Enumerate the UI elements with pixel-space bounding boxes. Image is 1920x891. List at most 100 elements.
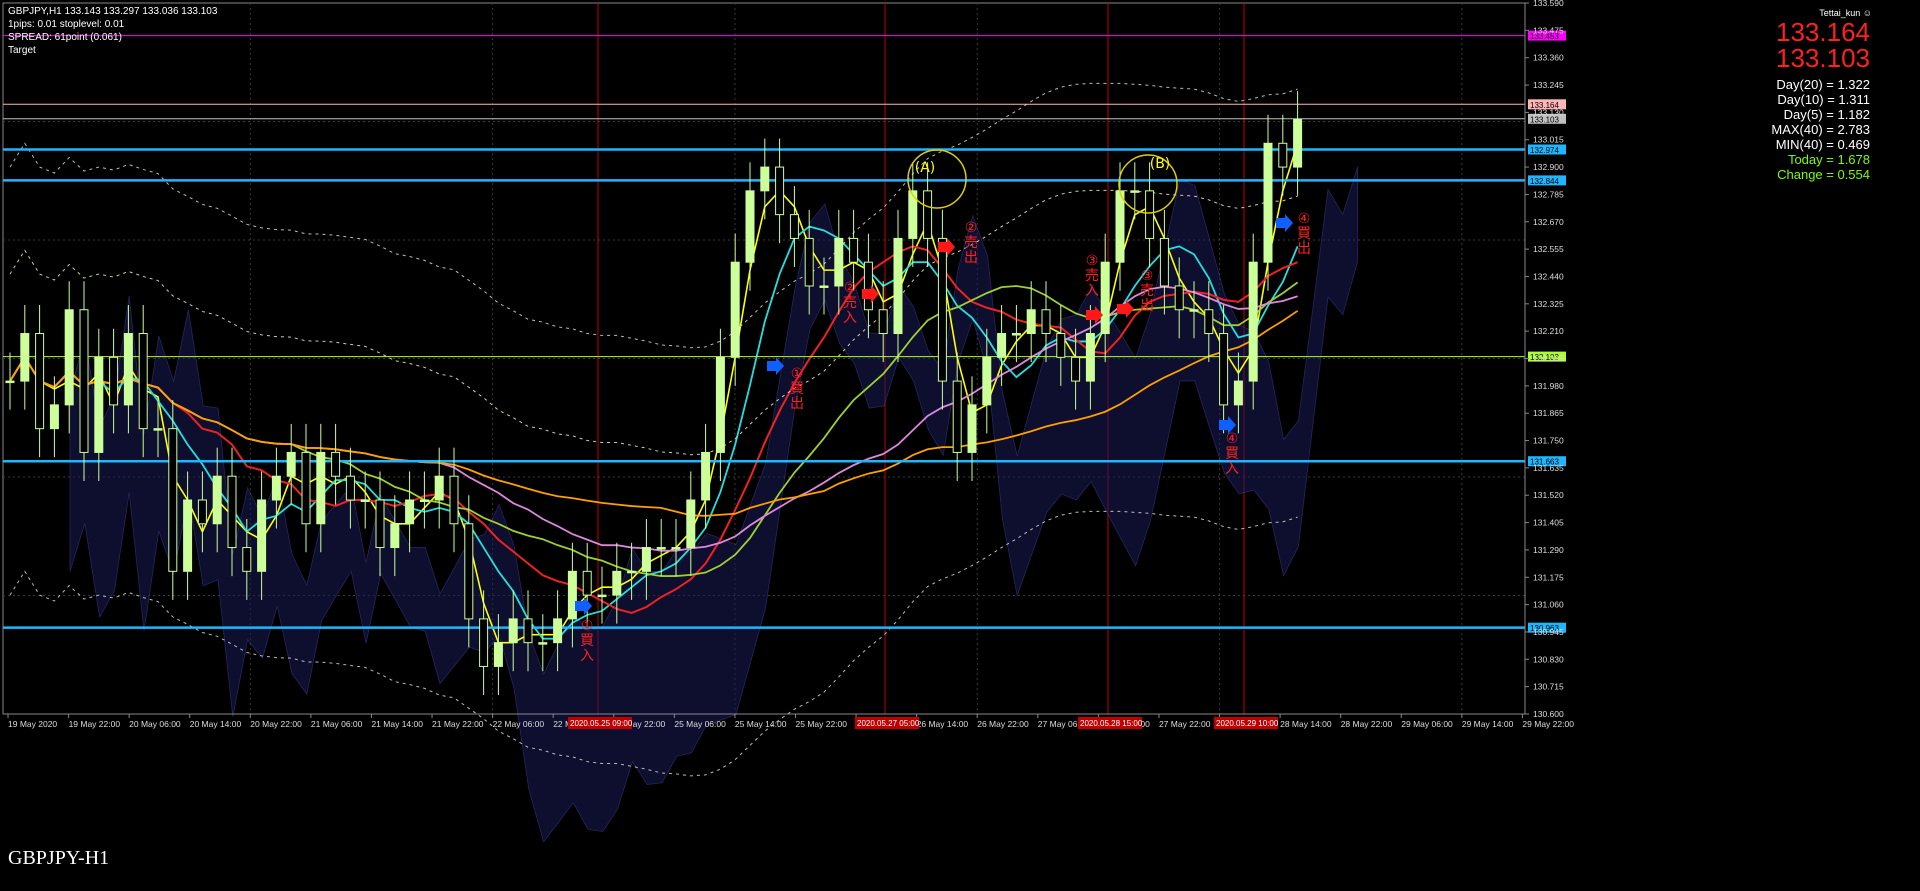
- candle-body: [405, 499, 415, 525]
- candle-body: [479, 618, 489, 667]
- stat-day5: Day(5) = 1.182: [1783, 107, 1870, 122]
- spread-info: SPREAD: 61point (0.061): [8, 32, 122, 43]
- highlight-date-label: 2020.05.27 05:00: [857, 719, 920, 728]
- candle-body: [1219, 333, 1229, 406]
- time-tick-label: 25 May 22:00: [796, 719, 848, 729]
- candle-body: [1189, 309, 1199, 312]
- stat-max40: MAX(40) = 2.783: [1771, 122, 1870, 137]
- price-tick-label: 133.590: [1533, 0, 1564, 8]
- candle-body: [893, 237, 903, 335]
- price-tick-label: 132.325: [1533, 299, 1564, 309]
- price-tick-label: 131.175: [1533, 572, 1564, 582]
- candle-body: [49, 404, 59, 430]
- candle-body: [641, 547, 651, 572]
- candle-body: [138, 333, 148, 430]
- candle-body: [612, 570, 622, 596]
- candle-body: [1011, 333, 1021, 336]
- price-tick-label: 131.060: [1533, 600, 1564, 610]
- candle-body: [168, 428, 178, 572]
- candle-body: [508, 618, 518, 644]
- price-chart[interactable]: 133.453133.164133.103132.974132.844132.1…: [0, 0, 1920, 891]
- price-tick-label: 133.360: [1533, 53, 1564, 63]
- candle-body: [375, 499, 385, 549]
- candle-body: [109, 356, 119, 406]
- candle-body: [197, 499, 207, 525]
- stat-day10: Day(10) = 1.311: [1777, 92, 1870, 107]
- candle-body: [923, 190, 933, 239]
- candle-body: [567, 570, 577, 620]
- candle-body: [1278, 142, 1288, 168]
- level-price-label: 132.844: [1530, 177, 1559, 186]
- price-tick-label: 132.670: [1533, 217, 1564, 227]
- time-tick-label: 26 May 22:00: [977, 719, 1029, 729]
- circle-a: [907, 149, 967, 209]
- candle-body: [819, 285, 829, 288]
- candle-body: [538, 642, 548, 645]
- time-tick-label: 28 May 22:00: [1341, 719, 1393, 729]
- annotation-char: ④: [1298, 211, 1311, 227]
- annotation-char: 買: [580, 633, 594, 649]
- candle-body: [849, 237, 859, 263]
- time-tick-label: 20 May 22:00: [250, 719, 302, 729]
- candle-body: [952, 380, 962, 453]
- candle-body: [775, 166, 785, 216]
- price-tick-label: 130.715: [1533, 682, 1564, 692]
- price-tick-label: 133.130: [1533, 107, 1564, 117]
- annotation-label: (B): [1150, 156, 1171, 172]
- stat-day20: Day(20) = 1.322: [1776, 77, 1870, 92]
- candle-body: [1159, 237, 1169, 287]
- annotation-char: 入: [580, 648, 594, 664]
- buy-arrow: [1276, 214, 1293, 232]
- price-tick-label: 130.945: [1533, 627, 1564, 637]
- candle-body: [64, 309, 74, 406]
- price-tick-label: 131.635: [1533, 463, 1564, 473]
- candle-body: [271, 475, 281, 501]
- annotation-char: ④: [1226, 431, 1239, 447]
- candle-body: [686, 499, 696, 549]
- annotation-char: 売: [1085, 268, 1099, 284]
- price-tick-label: 132.210: [1533, 326, 1564, 336]
- annotation-char: ②: [965, 220, 978, 236]
- candle-body: [212, 475, 222, 525]
- annotation-char: 出: [790, 396, 804, 412]
- candle-body: [79, 309, 89, 453]
- candle-body: [1100, 261, 1110, 335]
- candle-body: [730, 261, 740, 358]
- time-tick-label: 28 May 14:00: [1280, 719, 1332, 729]
- price-tick-label: 131.520: [1533, 490, 1564, 500]
- price-tick-label: 131.980: [1533, 381, 1564, 391]
- time-tick-label: 20 May 06:00: [129, 719, 181, 729]
- candle-body: [745, 190, 755, 263]
- annotation-char: 買: [790, 381, 804, 397]
- candle-body: [286, 451, 296, 477]
- symbol-info: GBPJPY,H1 133.143 133.297 133.036 133.10…: [8, 6, 218, 17]
- candle-body: [345, 475, 355, 501]
- annotation-char: 入: [1085, 283, 1099, 299]
- annotation-char: 売: [964, 235, 978, 251]
- candle-body: [760, 166, 770, 192]
- candle-body: [1056, 333, 1066, 358]
- candle-body: [982, 356, 992, 406]
- time-tick-label: 19 May 22:00: [69, 719, 121, 729]
- price-tick-label: 130.600: [1533, 709, 1564, 719]
- candle-body: [582, 570, 592, 596]
- annotation-char: ③: [1141, 268, 1154, 284]
- price-tick-label: 131.750: [1533, 436, 1564, 446]
- ask-price: 133.164: [1776, 17, 1870, 47]
- time-tick-label: 19 May 2020: [8, 719, 57, 729]
- candle-body: [434, 475, 444, 501]
- stat-min40: MIN(40) = 0.469: [1775, 137, 1870, 152]
- time-tick-label: 21 May 22:00: [432, 719, 484, 729]
- annotation-char: 出: [964, 250, 978, 266]
- time-tick-label: 29 May 14:00: [1462, 719, 1514, 729]
- annotation-char: 買: [1297, 226, 1311, 242]
- candle-body: [242, 547, 252, 572]
- time-tick-label: 29 May 06:00: [1401, 719, 1453, 729]
- annotation-char: 入: [1225, 461, 1239, 477]
- price-tick-label: 132.555: [1533, 244, 1564, 254]
- candle-body: [1204, 309, 1214, 335]
- time-tick-label: 20 May 14:00: [190, 719, 242, 729]
- price-tick-label: 133.015: [1533, 135, 1564, 145]
- candle-body: [937, 237, 947, 382]
- price-tick-label: 133.475: [1533, 25, 1564, 35]
